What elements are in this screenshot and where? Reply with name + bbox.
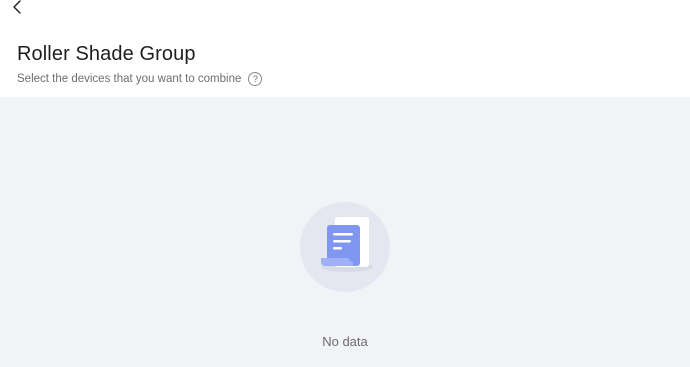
- empty-state-text: No data: [322, 334, 368, 349]
- device-list-area: No data: [0, 97, 690, 367]
- page-subtitle: Select the devices that you want to comb…: [17, 73, 242, 85]
- header: Roller Shade Group Select the devices th…: [0, 0, 690, 97]
- subtitle-row: Select the devices that you want to comb…: [17, 72, 263, 86]
- chevron-left-icon: [13, 0, 21, 14]
- document-empty-icon: [300, 202, 390, 292]
- page-title: Roller Shade Group: [17, 43, 196, 65]
- back-button[interactable]: [6, 0, 28, 16]
- question-circle-icon[interactable]: ?: [248, 72, 263, 86]
- roller-shade-group-page: Roller Shade Group Select the devices th…: [0, 0, 690, 367]
